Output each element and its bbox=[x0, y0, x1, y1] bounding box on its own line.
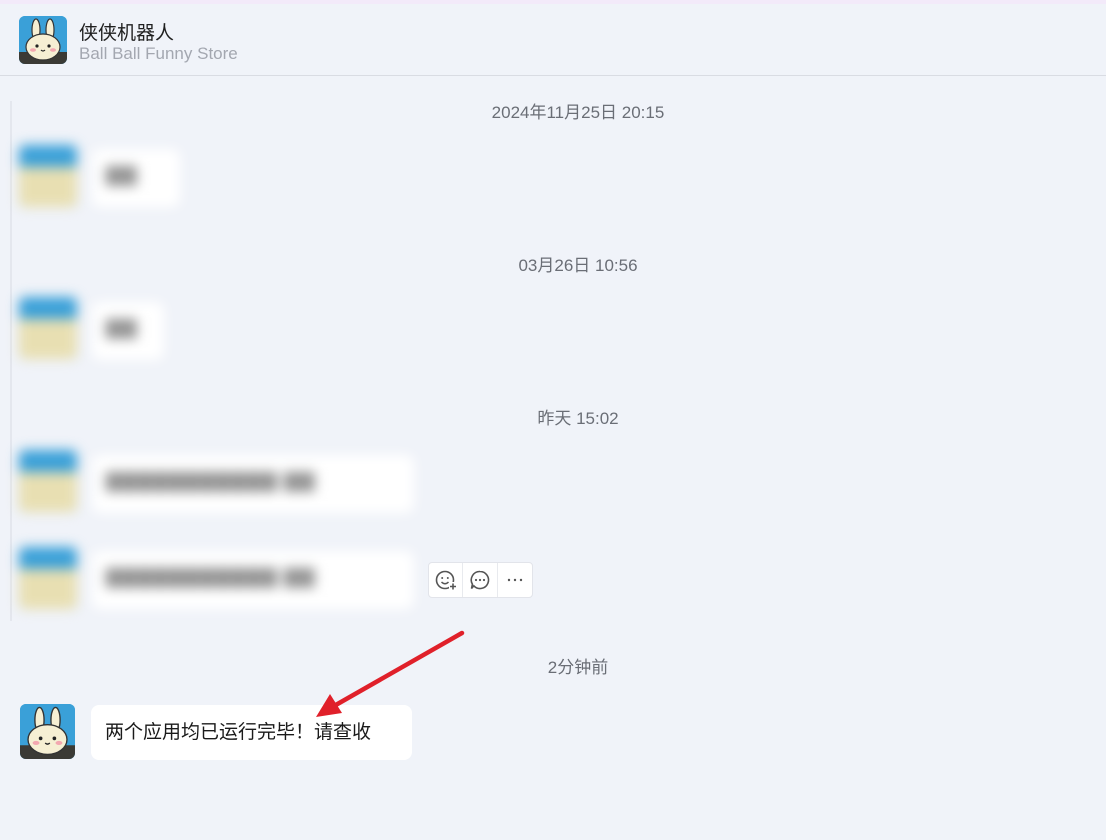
message-bubble[interactable]: 两个应用均已运行完毕！请查收 bbox=[91, 705, 412, 760]
more-options-button[interactable] bbox=[498, 563, 532, 597]
message-bubble[interactable]: ▇▇ bbox=[92, 302, 164, 360]
sender-avatar[interactable] bbox=[19, 297, 77, 359]
add-reaction-button[interactable] bbox=[429, 563, 464, 597]
message-bubble[interactable]: ▇▇▇▇▇▇▇▇▇▇▇ ▇▇ bbox=[92, 551, 414, 609]
bunny-avatar-icon bbox=[20, 704, 75, 759]
message-action-bar bbox=[428, 562, 533, 598]
chat-title: 侠侠机器人 bbox=[79, 23, 175, 44]
timestamp: 2024年11月25日 20:15 bbox=[491, 103, 665, 122]
chat-subtitle: Ball Ball Funny Store bbox=[79, 44, 238, 63]
message-text: 两个应用均已运行完毕！请查收 bbox=[105, 722, 372, 743]
message-bubble[interactable]: ▇▇ bbox=[92, 149, 180, 207]
more-icon bbox=[507, 578, 523, 582]
sender-avatar[interactable] bbox=[19, 145, 77, 207]
bunny-avatar-icon bbox=[19, 145, 77, 207]
reply-comment-icon bbox=[470, 570, 490, 590]
scroll-edge bbox=[10, 101, 12, 621]
timestamp: 昨天 15:02 bbox=[537, 409, 619, 428]
bot-avatar[interactable] bbox=[19, 16, 67, 64]
bunny-avatar-icon bbox=[19, 547, 77, 609]
sender-avatar[interactable] bbox=[19, 450, 77, 512]
add-reaction-icon bbox=[435, 570, 457, 590]
sender-avatar[interactable] bbox=[19, 547, 77, 609]
message-list[interactable]: 2024年11月25日 20:15 ▇▇ 03月26日 10:56 ▇▇ 昨天 … bbox=[0, 77, 1106, 840]
message-bubble[interactable]: ▇▇▇▇▇▇▇▇▇▇▇ ▇▇ bbox=[92, 455, 414, 513]
bunny-avatar-icon bbox=[19, 450, 77, 512]
bunny-avatar-icon bbox=[19, 16, 67, 64]
sender-avatar[interactable] bbox=[20, 704, 75, 759]
timestamp: 2分钟前 bbox=[547, 658, 609, 677]
reply-comment-button[interactable] bbox=[463, 563, 498, 597]
chat-header: 侠侠机器人 Ball Ball Funny Store bbox=[0, 4, 1106, 76]
timestamp: 03月26日 10:56 bbox=[518, 256, 638, 275]
bunny-avatar-icon bbox=[19, 297, 77, 359]
